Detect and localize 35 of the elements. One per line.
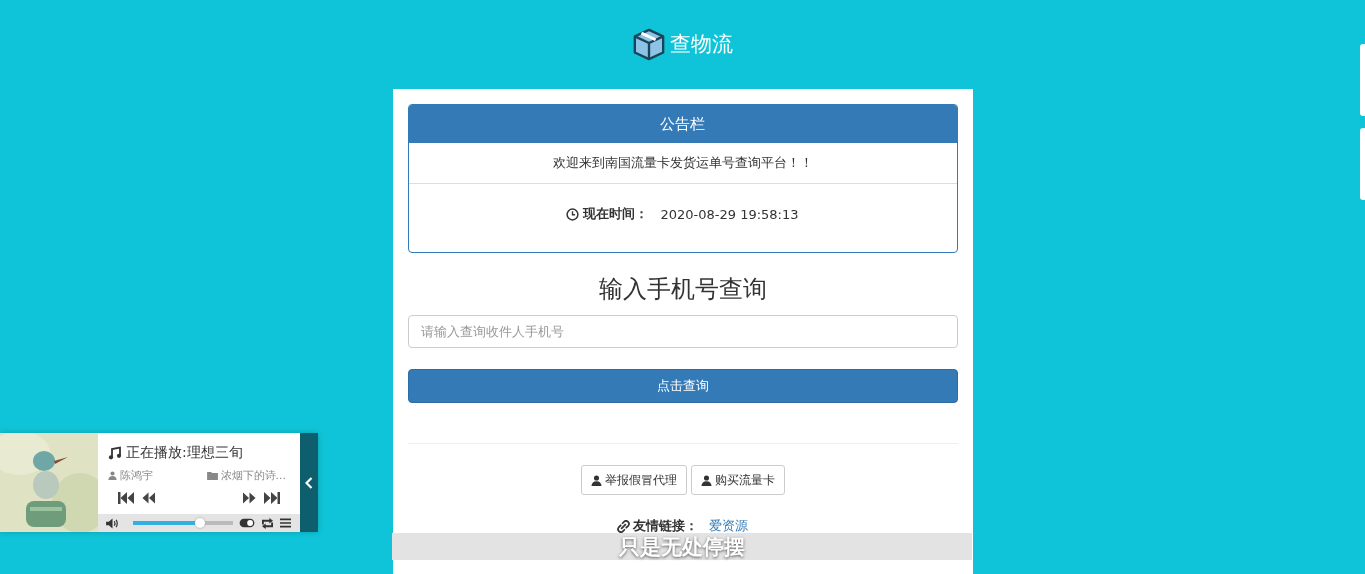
notice-header: 公告栏 bbox=[408, 105, 957, 143]
chevron-left-icon bbox=[305, 476, 313, 489]
user-icon bbox=[700, 474, 712, 486]
query-button[interactable]: 点击查询 bbox=[407, 369, 958, 403]
artist-name: 陈鸿宇 bbox=[120, 468, 153, 483]
music-note-icon bbox=[108, 446, 122, 460]
person-icon bbox=[108, 471, 117, 480]
rewind-icon[interactable] bbox=[142, 492, 155, 504]
query-heading: 输入手机号查询 bbox=[598, 274, 767, 305]
user-icon bbox=[590, 474, 602, 486]
toggle-icon[interactable] bbox=[239, 518, 255, 528]
now-playing: 正在播放:理想三旬 bbox=[126, 444, 243, 462]
fast-forward-icon[interactable] bbox=[243, 492, 256, 504]
album-name: 浓烟下的诗... bbox=[220, 468, 286, 483]
collapse-tab[interactable] bbox=[300, 433, 318, 532]
repeat-icon[interactable] bbox=[261, 517, 274, 529]
skip-forward-icon[interactable] bbox=[264, 492, 280, 504]
folder-icon bbox=[206, 471, 218, 480]
time-value: 2020-08-29 19:58:13 bbox=[660, 206, 799, 222]
notice-message: 欢迎来到南国流量卡发货运单号查询平台！！ bbox=[552, 154, 813, 172]
clock-icon bbox=[566, 207, 580, 221]
playlist-icon[interactable] bbox=[280, 518, 291, 528]
skip-back-icon[interactable] bbox=[118, 492, 134, 504]
lyric-text: 只是无处停摆 bbox=[619, 533, 745, 561]
volume-slider[interactable] bbox=[133, 521, 233, 525]
phone-input-field[interactable]: 请输入查询收件人手机号 bbox=[407, 315, 958, 348]
action-button[interactable]: 购买流量卡 bbox=[690, 465, 785, 495]
friend-link[interactable]: 爱资源 bbox=[709, 517, 748, 535]
action-button[interactable]: 举报假冒代理 bbox=[580, 465, 687, 495]
box-icon bbox=[632, 27, 666, 61]
links-label: 友情链接： bbox=[633, 517, 698, 535]
link-icon bbox=[617, 519, 630, 533]
time-label: 现在时间： bbox=[583, 205, 649, 223]
volume-icon[interactable] bbox=[106, 517, 119, 529]
logo-text: 查物流 bbox=[670, 31, 733, 58]
